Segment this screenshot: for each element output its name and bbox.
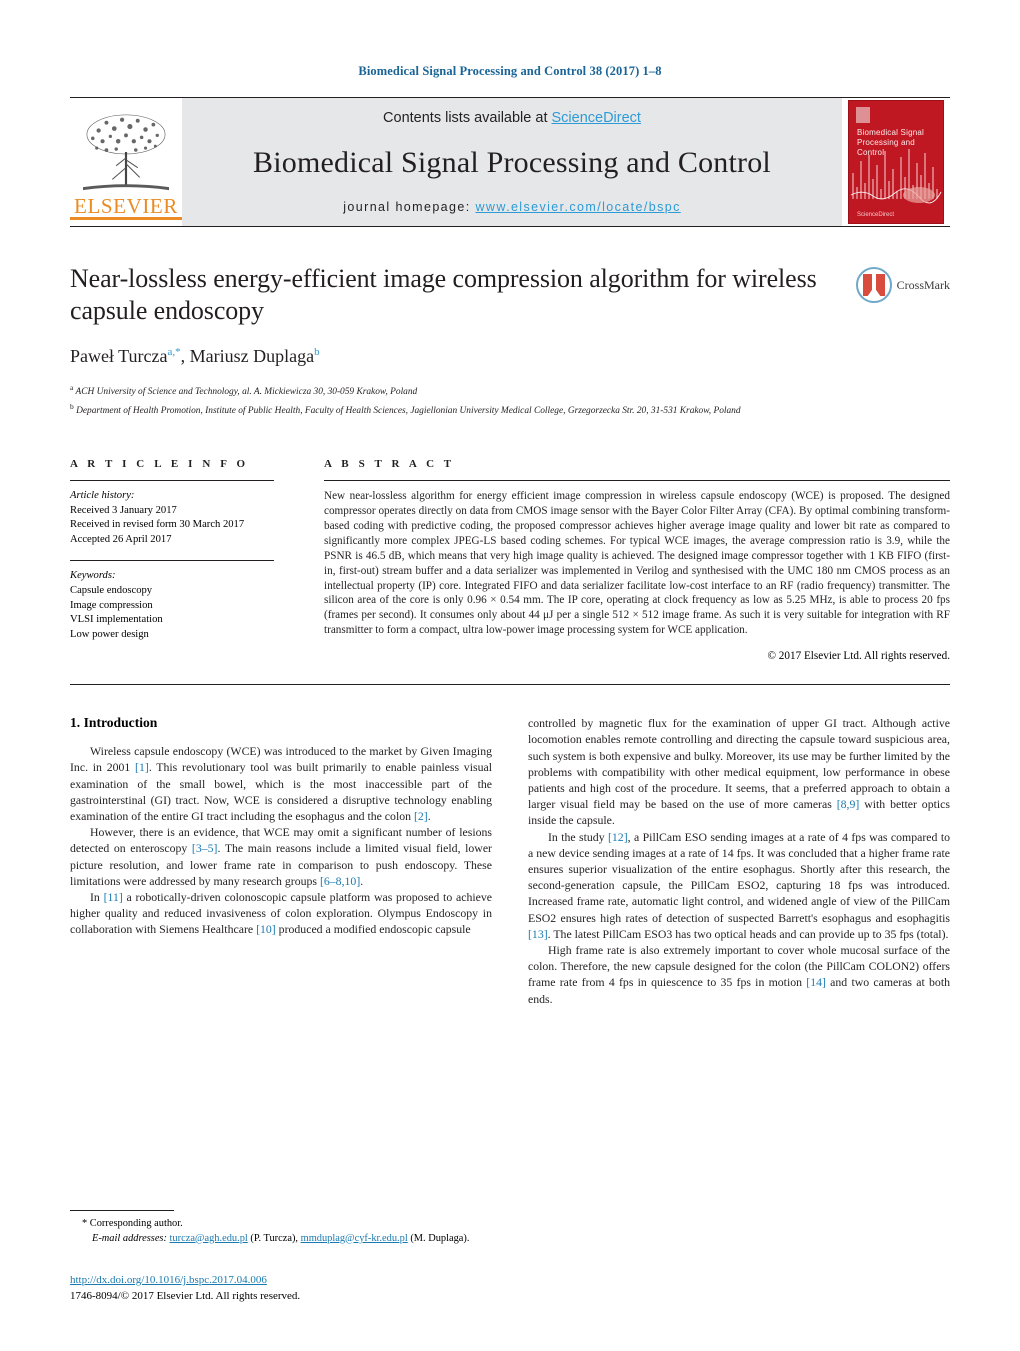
crossmark-label: CrossMark bbox=[896, 277, 950, 292]
citation-ref[interactable]: [2] bbox=[414, 809, 428, 823]
cover-footer-text: ScienceDirect bbox=[857, 212, 895, 218]
journal-cover-image: Biomedical Signal Processing and Control… bbox=[848, 100, 944, 224]
journal-cover-block: Biomedical Signal Processing and Control… bbox=[842, 98, 950, 226]
title-block: Near-lossless energy-efficient image com… bbox=[70, 263, 950, 418]
footnote-rule bbox=[70, 1210, 174, 1212]
elsevier-logo-block: ELSEVIER bbox=[70, 98, 182, 226]
affiliation-a: a ACH University of Science and Technolo… bbox=[70, 381, 840, 400]
contents-prefix: Contents lists available at bbox=[383, 110, 552, 126]
elsevier-wordmark: ELSEVIER bbox=[74, 194, 178, 218]
corresponding-author-note: * Corresponding author. bbox=[82, 1218, 183, 1230]
citation-ref[interactable]: [6–8,10] bbox=[320, 874, 360, 888]
affiliation-b: b Department of Health Promotion, Instit… bbox=[70, 400, 840, 419]
article-info-rule bbox=[70, 480, 274, 482]
author-1-affiliation-marker[interactable]: a,* bbox=[168, 346, 181, 358]
masthead-center: Contents lists available at ScienceDirec… bbox=[182, 98, 842, 226]
journal-masthead: ELSEVIER Contents lists available at Sci… bbox=[70, 97, 950, 226]
footnote-block: * Corresponding author. E-mail addresses… bbox=[70, 1210, 510, 1246]
sciencedirect-link[interactable]: ScienceDirect bbox=[552, 110, 641, 126]
keyword-item: Capsule endoscopy bbox=[70, 585, 153, 597]
keywords-rule bbox=[70, 560, 274, 562]
citation-ref[interactable]: [3–5] bbox=[192, 841, 218, 855]
affiliation-b-text: Department of Health Promotion, Institut… bbox=[76, 405, 741, 416]
masthead-bottom-rule bbox=[70, 226, 950, 227]
affiliations: a ACH University of Science and Technolo… bbox=[70, 381, 840, 418]
paragraph: Wireless capsule endoscopy (WCE) was int… bbox=[70, 744, 492, 823]
affiliation-b-marker: b bbox=[70, 401, 74, 411]
cover-publisher-mark-icon bbox=[856, 107, 870, 123]
citation-ref[interactable]: [11] bbox=[104, 890, 123, 904]
email-owner-2: (M. Duplaga). bbox=[410, 1232, 470, 1244]
body-column-right: controlled by magnetic flux for the exam… bbox=[528, 715, 950, 1007]
journal-title: Biomedical Signal Processing and Control bbox=[253, 146, 771, 179]
citation-ref[interactable]: [10] bbox=[256, 922, 276, 936]
history-item: Received 3 January 2017 bbox=[70, 504, 177, 516]
homepage-prefix: journal homepage: bbox=[343, 200, 476, 214]
section-title-introduction: 1. Introduction bbox=[70, 715, 158, 731]
paragraph: In [11] a robotically-driven colonoscopi… bbox=[70, 889, 492, 937]
keywords-group: Keywords: Capsule endoscopy Image compre… bbox=[70, 569, 274, 642]
paragraph: High frame rate is also extremely import… bbox=[528, 942, 950, 1006]
author-name-1: Paweł Turcza bbox=[70, 346, 168, 366]
citation-ref[interactable]: [1] bbox=[135, 760, 149, 774]
info-abstract-row: A R T I C L E I N F O Article history: R… bbox=[70, 458, 950, 670]
email-owner-1: (P. Turcza), bbox=[247, 1232, 301, 1244]
title-main: Near-lossless energy-efficient image com… bbox=[70, 263, 854, 418]
abstract-column: A B S T R A C T New near-lossless algori… bbox=[302, 458, 950, 662]
abstract-text: New near-lossless algorithm for energy e… bbox=[324, 490, 950, 637]
email-label: E-mail addresses: bbox=[92, 1232, 167, 1244]
citation-ref[interactable]: [13] bbox=[528, 927, 548, 941]
crossmark-badge[interactable]: CrossMark bbox=[855, 267, 950, 303]
history-item: Accepted 26 April 2017 bbox=[70, 533, 172, 545]
body-columns: 1. Introduction Wireless capsule endosco… bbox=[70, 715, 950, 1007]
citation-ref[interactable]: [14] bbox=[806, 975, 826, 989]
page-title: Near-lossless energy-efficient image com… bbox=[70, 264, 817, 325]
paragraph: controlled by magnetic flux for the exam… bbox=[528, 716, 950, 828]
email-link-1[interactable]: turcza@agh.edu.pl bbox=[170, 1233, 248, 1244]
keywords-label: Keywords: bbox=[70, 570, 116, 582]
article-info-column: A R T I C L E I N F O Article history: R… bbox=[70, 458, 302, 662]
author-separator: , bbox=[180, 346, 190, 366]
author-list: Paweł Turczaa,*, Mariusz Duplagab bbox=[70, 346, 840, 367]
paragraph: In the study [12], a PillCam ESO sending… bbox=[528, 829, 950, 941]
body-column-left: 1. Introduction Wireless capsule endosco… bbox=[70, 715, 492, 1007]
affiliation-a-marker: a bbox=[70, 383, 74, 392]
running-head: Biomedical Signal Processing and Control… bbox=[358, 64, 662, 78]
issn-copyright-line: 1746-8094/© 2017 Elsevier Ltd. All right… bbox=[70, 1289, 301, 1302]
history-item: Received in revised form 30 March 2017 bbox=[70, 519, 245, 531]
keyword-item: Image compression bbox=[70, 599, 153, 611]
doi-link[interactable]: http://dx.doi.org/10.1016/j.bspc.2017.04… bbox=[70, 1274, 267, 1286]
abstract-copyright: © 2017 Elsevier Ltd. All rights reserved… bbox=[767, 650, 951, 663]
keyword-item: Low power design bbox=[70, 628, 149, 640]
cover-waveform-graphic bbox=[850, 149, 942, 204]
crossmark-block[interactable]: CrossMark bbox=[854, 263, 950, 303]
abstract-heading: A B S T R A C T bbox=[324, 458, 455, 471]
abstract-bottom-rule bbox=[70, 684, 950, 686]
keyword-item: VLSI implementation bbox=[70, 614, 163, 626]
abstract-rule bbox=[324, 480, 950, 482]
author-2-affiliation-marker[interactable]: b bbox=[314, 346, 320, 358]
journal-homepage-link[interactable]: www.elsevier.com/locate/bspc bbox=[475, 200, 680, 214]
email-link-2[interactable]: mmduplag@cyf-kr.edu.pl bbox=[301, 1233, 408, 1244]
doi-block: http://dx.doi.org/10.1016/j.bspc.2017.04… bbox=[70, 1273, 300, 1304]
paragraph: However, there is an evidence, that WCE … bbox=[70, 825, 492, 888]
author-name-2: Mariusz Duplaga bbox=[189, 346, 315, 366]
citation-ref[interactable]: [12] bbox=[608, 830, 628, 844]
affiliation-a-text: ACH University of Science and Technology… bbox=[75, 387, 418, 398]
contents-lists-line: Contents lists available at ScienceDirec… bbox=[383, 110, 641, 126]
article-history-label: Article history: bbox=[70, 490, 135, 502]
elsevier-orange-rule bbox=[70, 217, 182, 220]
journal-homepage-line: journal homepage: www.elsevier.com/locat… bbox=[343, 200, 680, 214]
email-addresses-line: E-mail addresses: turcza@agh.edu.pl (P. … bbox=[70, 1232, 510, 1246]
paper-page: Biomedical Signal Processing and Control… bbox=[0, 0, 1020, 1351]
citation-ref[interactable]: [8,9] bbox=[837, 797, 860, 811]
elsevier-tree-icon bbox=[83, 114, 169, 191]
crossmark-icon[interactable] bbox=[855, 267, 892, 303]
article-history-group: Article history: Received 3 January 2017… bbox=[70, 489, 274, 547]
article-info-heading: A R T I C L E I N F O bbox=[70, 458, 249, 471]
